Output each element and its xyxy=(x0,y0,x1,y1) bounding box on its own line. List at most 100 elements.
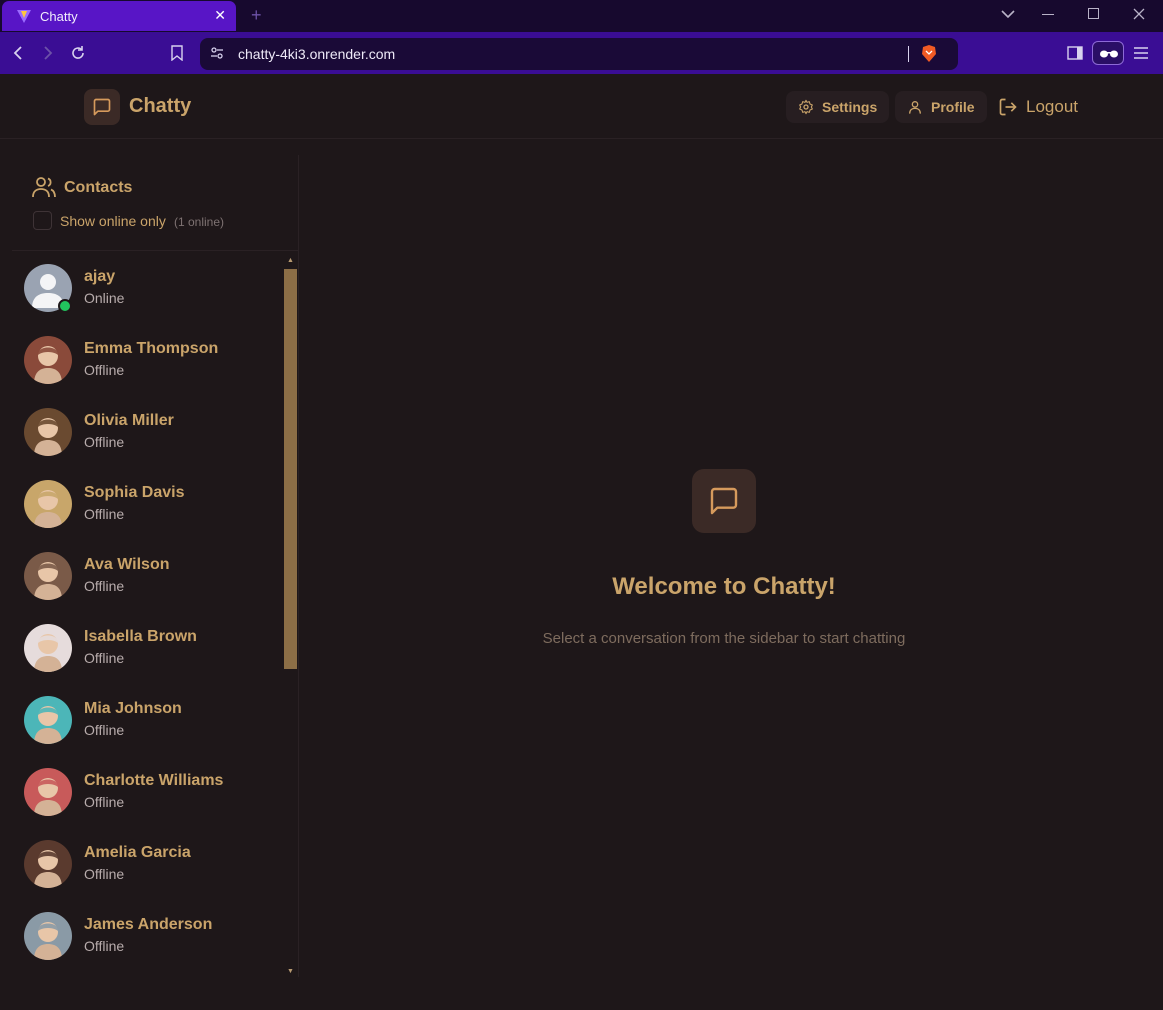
photo-avatar-icon xyxy=(24,624,72,672)
online-count: (1 online) xyxy=(174,215,225,229)
logout-label: Logout xyxy=(1026,97,1078,116)
show-online-label[interactable]: Show online only xyxy=(60,213,166,229)
contact-status: Offline xyxy=(84,866,125,882)
url-text: chatty-4ki3.onrender.com xyxy=(238,46,396,62)
photo-avatar-icon xyxy=(24,912,72,960)
contact-name: ajay xyxy=(84,268,116,285)
window-close-icon[interactable] xyxy=(1133,8,1145,20)
avatar xyxy=(24,912,72,960)
contact-name: James Anderson xyxy=(84,916,213,933)
contact-item[interactable]: James Anderson Offline xyxy=(12,901,286,973)
contact-name: Emma Thompson xyxy=(84,340,219,357)
photo-avatar-icon xyxy=(24,768,72,816)
photo-avatar-icon xyxy=(24,408,72,456)
avatar xyxy=(24,552,72,600)
url-separator xyxy=(908,46,909,62)
settings-button[interactable]: Settings xyxy=(786,91,890,123)
avatar xyxy=(24,840,72,888)
contacts-scrollbar[interactable]: ▲ ▼ xyxy=(284,255,297,975)
site-settings-icon[interactable] xyxy=(210,46,224,60)
contact-status: Offline xyxy=(84,650,125,666)
back-icon[interactable] xyxy=(12,46,24,60)
reload-icon[interactable] xyxy=(70,45,86,61)
forward-icon[interactable] xyxy=(42,46,54,60)
scroll-up-arrow-icon[interactable]: ▲ xyxy=(287,257,294,264)
avatar xyxy=(24,696,72,744)
avatar xyxy=(24,480,72,528)
profile-label: Profile xyxy=(931,99,975,115)
contact-status: Offline xyxy=(84,434,125,450)
contact-name: Mia Johnson xyxy=(84,700,182,717)
contact-item[interactable]: Ava Wilson Offline xyxy=(12,541,286,613)
browser-tab[interactable]: Chatty ✕ xyxy=(2,1,236,31)
private-window-button[interactable] xyxy=(1092,41,1124,65)
browser-tab-bar: Chatty ✕ + xyxy=(0,0,1163,32)
scrollbar-thumb[interactable] xyxy=(284,269,297,669)
new-tab-icon[interactable]: + xyxy=(251,5,262,26)
contact-item[interactable]: Isabella Brown Offline xyxy=(12,613,286,685)
contact-status: Online xyxy=(84,290,125,306)
minimize-icon[interactable] xyxy=(1042,14,1054,16)
contact-name: Amelia Garcia xyxy=(84,844,191,861)
welcome-badge xyxy=(692,469,756,533)
tab-title: Chatty xyxy=(40,8,78,24)
menu-icon[interactable] xyxy=(1133,46,1149,60)
sidebar-toggle-icon[interactable] xyxy=(1067,46,1083,60)
vite-favicon-icon xyxy=(17,10,31,23)
contact-item[interactable]: Emma Thompson Offline xyxy=(12,325,286,397)
message-square-icon xyxy=(710,487,738,515)
avatar xyxy=(24,624,72,672)
contacts-title: Contacts xyxy=(64,179,133,196)
contact-status: Offline xyxy=(84,938,125,954)
app-header: Chatty Settings Profile Logout xyxy=(0,74,1163,139)
users-icon xyxy=(32,177,56,198)
bookmark-icon[interactable] xyxy=(171,45,183,61)
scroll-down-arrow-icon[interactable]: ▼ xyxy=(287,968,294,975)
contacts-header: Contacts Show online only (1 online) xyxy=(12,155,299,251)
contacts-sidebar: Contacts Show online only (1 online) aja… xyxy=(12,155,299,977)
settings-label: Settings xyxy=(822,99,878,115)
url-field[interactable]: chatty-4ki3.onrender.com xyxy=(200,38,958,70)
glasses-icon xyxy=(1100,50,1118,58)
gear-icon xyxy=(799,99,813,115)
maximize-icon[interactable] xyxy=(1088,8,1100,20)
avatar xyxy=(24,336,72,384)
contact-status: Offline xyxy=(84,794,125,810)
contact-status: Offline xyxy=(84,722,125,738)
welcome-title: Welcome to Chatty! xyxy=(612,573,836,600)
contact-list: ajay Online Emma Thompson Offline Olivia Mil… xyxy=(12,253,286,977)
message-square-icon xyxy=(93,98,111,116)
avatar xyxy=(24,408,72,456)
avatar xyxy=(24,768,72,816)
app-brand[interactable]: Chatty xyxy=(129,95,191,118)
brave-shields-icon[interactable] xyxy=(921,45,937,63)
contact-item[interactable]: Olivia Miller Offline xyxy=(12,397,286,469)
logo-badge[interactable] xyxy=(84,89,120,125)
contact-item[interactable]: Charlotte Williams Offline xyxy=(12,757,286,829)
contact-status: Offline xyxy=(84,362,125,378)
user-icon xyxy=(909,101,921,114)
contact-item[interactable]: Mia Johnson Offline xyxy=(12,685,286,757)
contact-name: Sophia Davis xyxy=(84,484,185,501)
contact-name: Olivia Miller xyxy=(84,412,174,429)
photo-avatar-icon xyxy=(24,336,72,384)
contact-item[interactable]: Sophia Davis Offline xyxy=(12,469,286,541)
close-tab-icon[interactable]: ✕ xyxy=(214,7,226,24)
profile-button[interactable]: Profile xyxy=(895,91,987,123)
chat-welcome-panel: Welcome to Chatty! Select a conversation… xyxy=(302,155,1146,977)
contact-name: Charlotte Williams xyxy=(84,772,224,789)
welcome-subtitle: Select a conversation from the sidebar t… xyxy=(542,630,906,647)
photo-avatar-icon xyxy=(24,840,72,888)
tab-search-chevron-icon[interactable] xyxy=(1001,9,1015,19)
logout-icon xyxy=(999,98,1017,116)
contact-name: Ava Wilson xyxy=(84,556,170,573)
photo-avatar-icon xyxy=(24,480,72,528)
show-online-checkbox[interactable] xyxy=(33,211,52,230)
logout-button[interactable]: Logout xyxy=(986,91,1090,123)
browser-toolbar: chatty-4ki3.onrender.com xyxy=(0,32,1163,74)
online-status-dot xyxy=(58,299,72,313)
contact-name: Isabella Brown xyxy=(84,628,197,645)
contact-item[interactable]: ajay Online xyxy=(12,253,286,325)
photo-avatar-icon xyxy=(24,696,72,744)
contact-item[interactable]: Amelia Garcia Offline xyxy=(12,829,286,901)
